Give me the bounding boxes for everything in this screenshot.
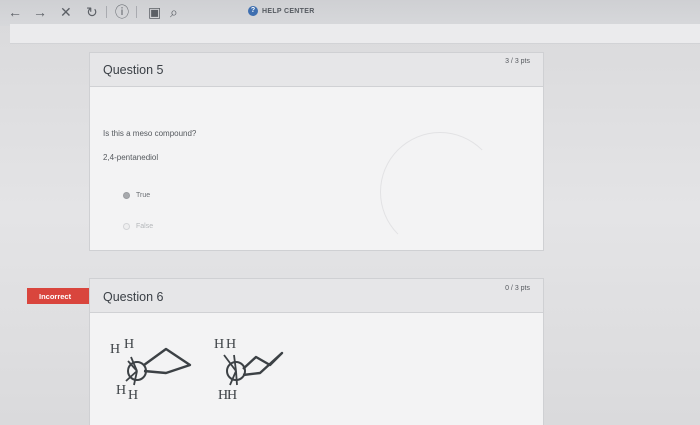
question-5-body: Is this a meso compound? 2,4-pentanediol… (90, 87, 543, 252)
newman-projection-cyclic-2: H H H H (214, 337, 284, 403)
info-icon[interactable]: ⓘ (115, 4, 129, 20)
question-5-card: Question 5 3 / 3 pts Is this a meso comp… (89, 52, 544, 252)
option-false[interactable]: False (123, 223, 153, 230)
question-6-points: 0 / 3 pts (505, 285, 530, 292)
help-icon: ? (248, 6, 258, 16)
radio-unselected[interactable] (123, 223, 130, 230)
mol1-h-bottom-left: H (116, 383, 126, 398)
mol1-h-bottom-right: H (128, 388, 138, 403)
incorrect-badge-label: Incorrect (39, 291, 72, 301)
mol1-ring (143, 347, 192, 375)
mol1-h-top-left: H (110, 342, 120, 357)
search-icon[interactable]: ⌕ (170, 4, 178, 20)
toolbar-divider (136, 6, 137, 18)
help-center-label: HELP CENTER (262, 7, 315, 15)
question-6-title: Question 6 (103, 290, 164, 304)
mol2-h-bottom-right: H (227, 388, 237, 403)
option-true-label: True (136, 192, 151, 199)
back-icon[interactable]: ← (8, 4, 22, 20)
stop-icon[interactable]: ✕ (60, 4, 72, 20)
question-5-prompt: Is this a meso compound? (103, 129, 197, 138)
question-5-compound: 2,4-pentanediol (103, 153, 159, 162)
radio-selected[interactable] (123, 192, 130, 199)
page-header-strip (10, 24, 700, 44)
newman-projection-cyclic-1: H H H H (110, 337, 192, 403)
reader-icon[interactable]: ▣ (148, 4, 161, 20)
option-false-label: False (136, 223, 154, 230)
mol2-h-top-right: H (226, 337, 236, 352)
question-5-points: 3 / 3 pts (505, 58, 530, 65)
question-6-card: Question 6 0 / 3 pts H H H H H H H H (89, 278, 544, 425)
forward-icon[interactable]: → (33, 4, 47, 20)
mol2-ring (242, 351, 284, 377)
question-5-title: Question 5 (103, 63, 164, 77)
question-6-body: H H H H H H H H (90, 313, 543, 425)
question-5-header: Question 5 3 / 3 pts (90, 53, 543, 87)
background-artifact (380, 132, 500, 252)
reload-icon[interactable]: ↻ (86, 4, 98, 20)
browser-toolbar: ← → ✕ ↻ ⓘ ▣ ⌕ ? HELP CENTER (0, 0, 700, 26)
mol2-h-top-left: H (214, 337, 224, 352)
option-true[interactable]: True (123, 192, 150, 199)
mol1-h-top-right: H (124, 337, 134, 352)
help-center-link[interactable]: ? HELP CENTER (248, 6, 315, 16)
toolbar-divider (106, 6, 107, 18)
question-6-header: Question 6 0 / 3 pts (90, 279, 543, 313)
